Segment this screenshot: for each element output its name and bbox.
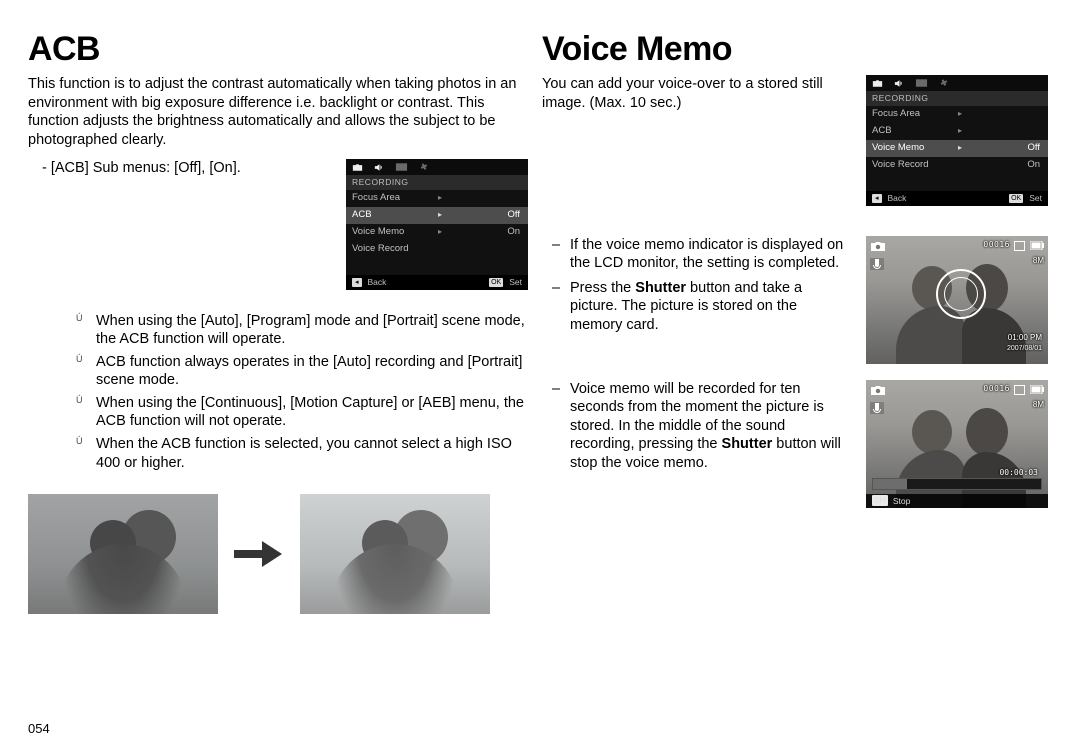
caret-right-icon: ▸ bbox=[438, 228, 442, 236]
ok-key-icon: OK bbox=[489, 278, 503, 287]
recording-progress-bar bbox=[872, 478, 1042, 490]
menu-row-voice-record: Voice RecordOn bbox=[866, 157, 1048, 174]
setup-tab-icon bbox=[416, 162, 430, 173]
card-icon bbox=[1014, 241, 1025, 251]
recording-stop-bar: SH Stop bbox=[866, 494, 1048, 508]
acb-note: When using the [Auto], [Program] mode an… bbox=[68, 312, 528, 349]
voice-memo-bullet-3: Voice memo will be recorded for ten seco… bbox=[542, 380, 852, 473]
caret-right-icon: ▸ bbox=[958, 144, 962, 152]
acb-submenu-row: - [ACB] Sub menus: [Off], [On]. RECORDIN… bbox=[28, 159, 528, 290]
lcd-tab-bar bbox=[346, 159, 528, 175]
lcd-bottom-bar: ◂ Back OK Set bbox=[346, 275, 528, 290]
acb-title: ACB bbox=[28, 30, 528, 69]
sh-key-icon: SH bbox=[872, 495, 888, 506]
voice-memo-mode-icon bbox=[870, 402, 884, 414]
camera-mode-icon bbox=[870, 384, 886, 398]
menu-row-acb: ACB▸Off bbox=[346, 207, 528, 224]
example-photo-after bbox=[300, 494, 490, 614]
left-arrow-key-icon: ◂ bbox=[872, 194, 882, 203]
arrow-right-icon bbox=[234, 542, 284, 566]
acb-intro: This function is to adjust the contrast … bbox=[28, 75, 528, 149]
voice-memo-indicator-icon bbox=[936, 269, 986, 319]
menu-row-focus-area: Focus Area▸ bbox=[346, 190, 528, 207]
live-view-indicator: 00016 8M 01:00 PM 2007/08/01 bbox=[866, 236, 1048, 364]
voice-memo-intro: You can add your voice-over to a stored … bbox=[542, 75, 852, 112]
date-readout: 2007/08/01 bbox=[1007, 345, 1042, 352]
voice-memo-bullet-1: If the voice memo indicator is displayed… bbox=[542, 236, 852, 273]
card-icon bbox=[1014, 385, 1025, 395]
shots-remaining: 00016 bbox=[983, 384, 1010, 393]
acb-note: When using the [Continuous], [Motion Cap… bbox=[68, 394, 528, 431]
display-tab-icon bbox=[914, 78, 928, 89]
display-tab-icon bbox=[394, 162, 408, 173]
acb-lcd-menu: RECORDING Focus Area▸ ACB▸Off Voice Memo… bbox=[346, 159, 528, 290]
recording-time: 00:00:03 bbox=[999, 468, 1038, 477]
sound-tab-icon bbox=[892, 78, 906, 89]
resolution-label: 8M bbox=[1033, 400, 1044, 409]
voice-memo-intro-block: You can add your voice-over to a stored … bbox=[542, 75, 1048, 206]
voice-memo-bullet-2: Press the Shutter button and take a pict… bbox=[542, 279, 852, 335]
manual-page: ACB This function is to adjust the contr… bbox=[0, 0, 1080, 754]
acb-example-images bbox=[28, 494, 528, 614]
live-view-recording: 00016 8M 00:00:03 SH Stop bbox=[866, 380, 1048, 508]
voice-memo-block-2: If the voice memo indicator is displayed… bbox=[542, 236, 1048, 364]
voice-memo-block-3: Voice memo will be recorded for ten seco… bbox=[542, 380, 1048, 508]
left-arrow-key-icon: ◂ bbox=[352, 278, 362, 287]
menu-row-voice-memo: Voice Memo▸Off bbox=[866, 140, 1048, 157]
acb-notes: When using the [Auto], [Program] mode an… bbox=[28, 308, 528, 476]
menu-row-voice-memo: Voice Memo▸On bbox=[346, 224, 528, 241]
camera-mode-icon bbox=[870, 240, 886, 254]
caret-right-icon: ▸ bbox=[958, 127, 962, 135]
acb-section: ACB This function is to adjust the contr… bbox=[28, 30, 528, 736]
acb-note: When the ACB function is selected, you c… bbox=[68, 435, 528, 472]
camera-tab-icon bbox=[350, 162, 364, 173]
battery-icon bbox=[1030, 241, 1044, 250]
shots-remaining: 00016 bbox=[983, 240, 1010, 249]
resolution-label: 8M bbox=[1033, 256, 1044, 265]
voice-memo-title: Voice Memo bbox=[542, 30, 1048, 69]
acb-submenu-text: - [ACB] Sub menus: [Off], [On]. bbox=[28, 159, 330, 177]
sound-tab-icon bbox=[372, 162, 386, 173]
caret-right-icon: ▸ bbox=[958, 110, 962, 118]
lcd-tab-bar bbox=[866, 75, 1048, 91]
menu-row-voice-record: Voice Record bbox=[346, 241, 528, 258]
example-photo-before bbox=[28, 494, 218, 614]
lcd-bottom-bar: ◂ Back OK Set bbox=[866, 191, 1048, 206]
clock-readout: 01:00 PM bbox=[1008, 333, 1042, 342]
lcd-section-title: RECORDING bbox=[346, 175, 528, 190]
voice-memo-lcd-menu: RECORDING Focus Area▸ ACB▸ Voice Memo▸Of… bbox=[866, 75, 1048, 206]
battery-icon bbox=[1030, 385, 1044, 394]
lcd-section-title: RECORDING bbox=[866, 91, 1048, 106]
voice-memo-section: Voice Memo You can add your voice-over t… bbox=[542, 30, 1048, 736]
camera-tab-icon bbox=[870, 78, 884, 89]
menu-row-focus-area: Focus Area▸ bbox=[866, 106, 1048, 123]
setup-tab-icon bbox=[936, 78, 950, 89]
caret-right-icon: ▸ bbox=[438, 211, 442, 219]
ok-key-icon: OK bbox=[1009, 194, 1023, 203]
menu-row-acb: ACB▸ bbox=[866, 123, 1048, 140]
caret-right-icon: ▸ bbox=[438, 194, 442, 202]
acb-note: ACB function always operates in the [Aut… bbox=[68, 353, 528, 390]
voice-memo-mode-icon bbox=[870, 258, 884, 270]
page-number: 054 bbox=[28, 721, 50, 736]
